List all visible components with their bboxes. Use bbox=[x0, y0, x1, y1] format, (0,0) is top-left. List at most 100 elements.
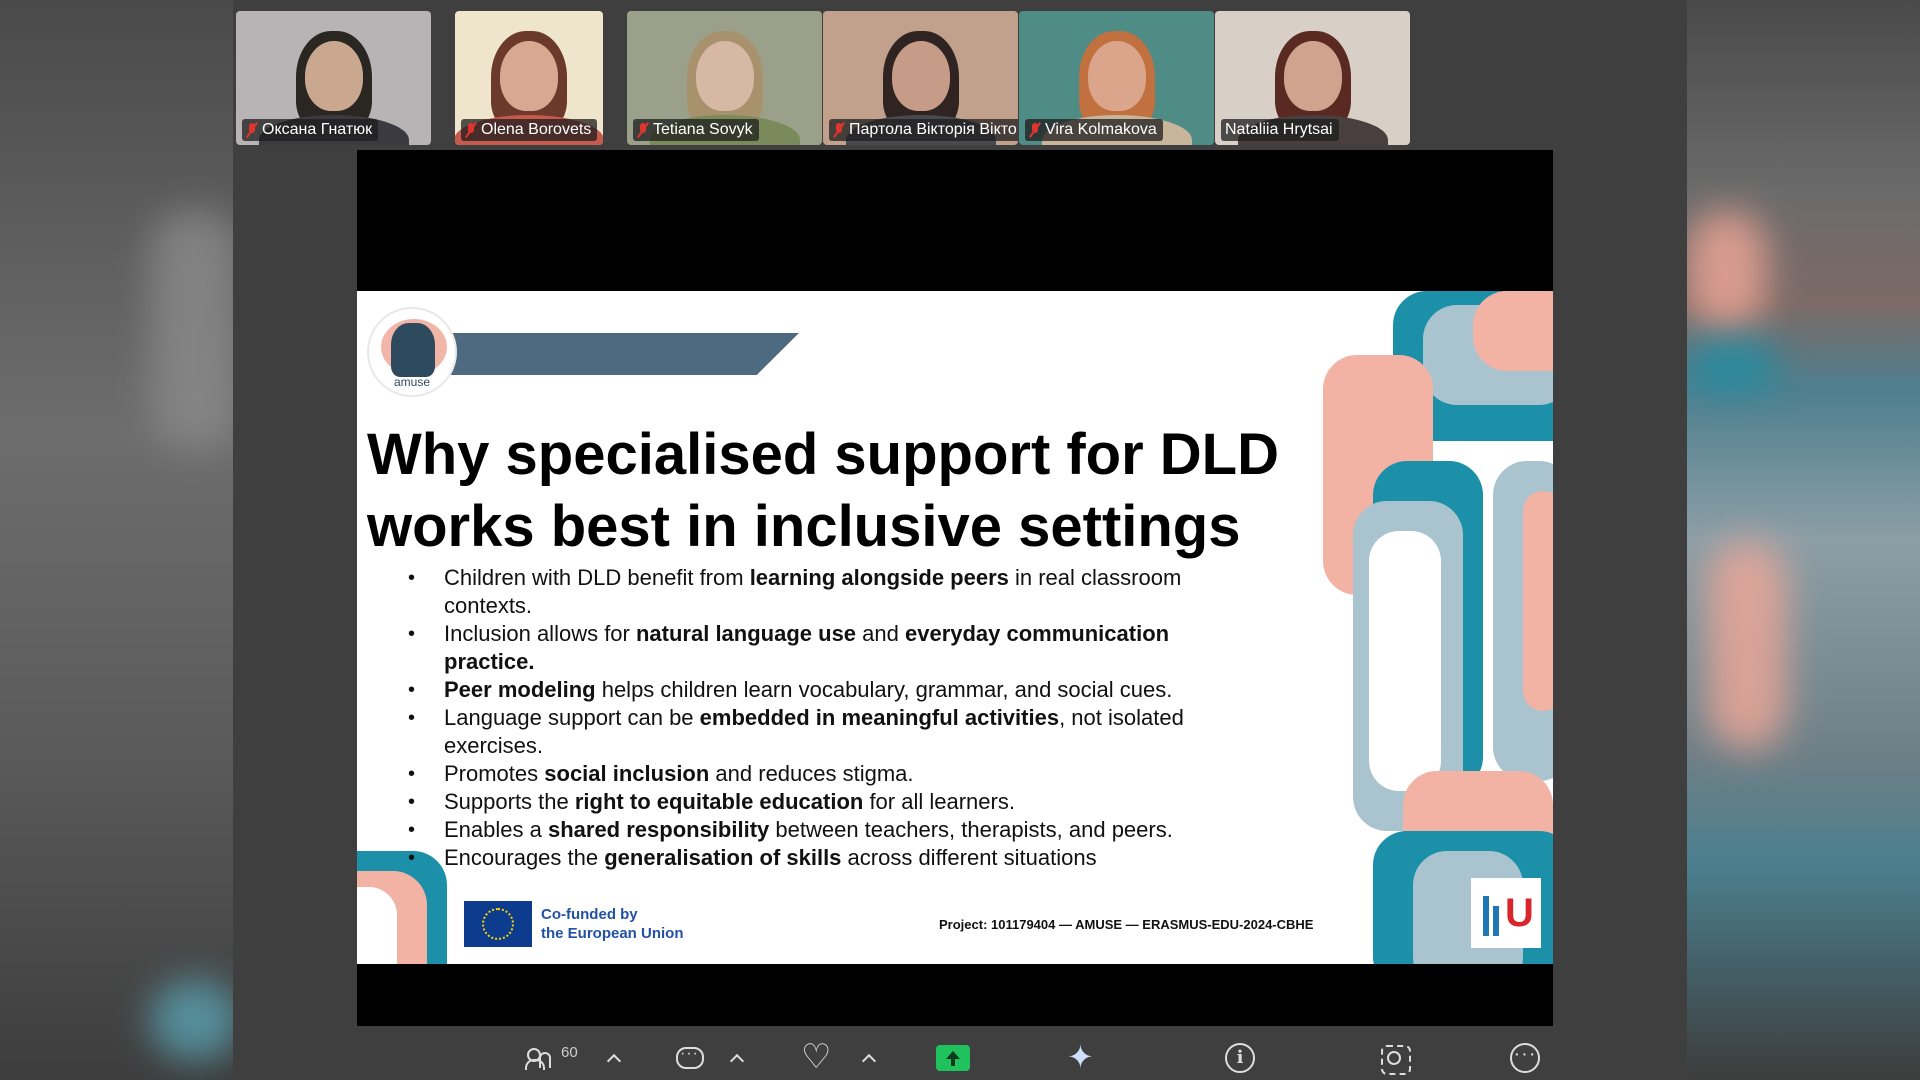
info-button[interactable] bbox=[1225, 1043, 1255, 1073]
participants-count: 60 bbox=[561, 1043, 578, 1061]
eu-flag-icon bbox=[464, 901, 532, 947]
apps-button[interactable] bbox=[1379, 1043, 1411, 1075]
bullet-text: Enables a bbox=[444, 817, 548, 842]
slide-bullet: Promotes social inclusion and reduces st… bbox=[402, 760, 1262, 788]
blurred-background-right bbox=[1687, 0, 1920, 1080]
more-icon bbox=[1510, 1043, 1540, 1073]
bullet-emphasis: shared responsibility bbox=[547, 817, 770, 842]
ai-companion-button[interactable] bbox=[1067, 1037, 1097, 1077]
mic-muted-icon bbox=[833, 122, 845, 138]
bullet-text: Inclusion allows for bbox=[444, 621, 636, 646]
bullet-text: across different situations bbox=[841, 845, 1097, 870]
slide-bullet: Supports the right to equitable educatio… bbox=[402, 788, 1262, 816]
slide-bullet: Inclusion allows for natural language us… bbox=[402, 620, 1262, 676]
mic-muted-icon bbox=[637, 122, 649, 138]
participant-name-tag: Tetiana Sovyk bbox=[633, 119, 759, 141]
share-upload-icon bbox=[936, 1045, 970, 1071]
participant-name: Vira Kolmakova bbox=[1045, 121, 1157, 138]
chevron-up-icon bbox=[861, 1053, 877, 1069]
info-icon bbox=[1225, 1043, 1255, 1073]
chat-icon bbox=[675, 1045, 704, 1071]
bullet-emphasis: natural language use bbox=[635, 621, 857, 646]
slide-title: Why specialised support for DLD works be… bbox=[367, 419, 1327, 563]
mic-muted-icon bbox=[1029, 122, 1041, 138]
participant-face bbox=[695, 41, 754, 111]
meeting-window: Оксана Гнатюк Olena Borovets Tetiana Sov… bbox=[233, 0, 1687, 1080]
slide-bullet: Children with DLD benefit from learning … bbox=[402, 564, 1262, 620]
bullet-emphasis: social inclusion bbox=[544, 761, 710, 786]
bullet-text: Language support can be bbox=[444, 705, 700, 730]
slide-decoration bbox=[1369, 531, 1441, 791]
more-button[interactable] bbox=[1510, 1043, 1540, 1073]
slide-decoration bbox=[357, 887, 397, 964]
participants-strip: Оксана Гнатюк Olena Borovets Tetiana Sov… bbox=[236, 11, 1676, 145]
project-reference: Project: 101179404 — AMUSE — ERASMUS-EDU… bbox=[939, 917, 1314, 932]
participant-tile[interactable]: Nataliia Hrytsai bbox=[1215, 11, 1410, 145]
slide-bullet-list: Children with DLD benefit from learning … bbox=[402, 564, 1262, 872]
eu-cofunded-label: Co-funded by the European Union bbox=[541, 905, 684, 943]
slide-decoration bbox=[1473, 291, 1553, 371]
slide-decoration bbox=[1523, 491, 1553, 711]
blurred-background-left bbox=[0, 0, 233, 1080]
participant-tile[interactable]: Olena Borovets bbox=[455, 11, 603, 145]
slide-bullet: Enables a shared responsibility between … bbox=[402, 816, 1262, 844]
participant-tile[interactable]: Партола Вікторія Вікто... bbox=[823, 11, 1018, 145]
chevron-up-icon bbox=[729, 1053, 745, 1069]
presentation-slide: amuse Why specialised support for DLD wo… bbox=[357, 291, 1553, 964]
participant-name-tag: Nataliia Hrytsai bbox=[1221, 119, 1339, 141]
bullet-emphasis: learning alongside peers bbox=[749, 565, 1009, 590]
bullet-text: helps children learn vocabulary, grammar… bbox=[595, 677, 1173, 702]
mic-muted-icon bbox=[246, 122, 258, 138]
chat-options-button[interactable] bbox=[729, 1044, 745, 1072]
bullet-text: Children with DLD benefit from bbox=[444, 565, 750, 590]
bullet-text: between teachers, therapists, and peers. bbox=[769, 817, 1173, 842]
participants-button[interactable]: 60 bbox=[525, 1044, 578, 1072]
eu-line-1: Co-funded by bbox=[541, 906, 638, 923]
slide-bullet: Peer modeling helps children learn vocab… bbox=[402, 676, 1262, 704]
participant-tile[interactable]: Tetiana Sovyk bbox=[627, 11, 822, 145]
bullet-text: and bbox=[856, 621, 905, 646]
amuse-logo-text: amuse bbox=[393, 375, 431, 389]
bullet-text: Promotes bbox=[444, 761, 545, 786]
participant-name: Olena Borovets bbox=[481, 121, 592, 138]
participant-name-tag: Olena Borovets bbox=[461, 119, 598, 141]
bullet-emphasis: embedded in meaningful activities bbox=[699, 705, 1060, 730]
participant-face bbox=[500, 41, 558, 111]
bullet-text: Encourages the bbox=[444, 845, 605, 870]
participant-tile[interactable]: Vira Kolmakova bbox=[1019, 11, 1214, 145]
heart-icon bbox=[801, 1037, 831, 1077]
share-screen-button[interactable] bbox=[936, 1044, 970, 1072]
participant-face bbox=[1283, 41, 1342, 111]
chat-button[interactable] bbox=[675, 1044, 704, 1072]
participant-face bbox=[304, 41, 363, 111]
slide-bullet: Language support can be embedded in mean… bbox=[402, 704, 1262, 760]
participant-face bbox=[1087, 41, 1146, 111]
sparkle-icon bbox=[1067, 1037, 1097, 1077]
participant-name: Nataliia Hrytsai bbox=[1225, 121, 1333, 138]
shared-screen: amuse Why specialised support for DLD wo… bbox=[357, 150, 1553, 1026]
participant-face bbox=[891, 41, 950, 111]
participants-options-button[interactable] bbox=[606, 1044, 622, 1072]
apps-icon bbox=[1379, 1043, 1411, 1075]
bullet-text: and reduces stigma. bbox=[709, 761, 914, 786]
reactions-button[interactable] bbox=[801, 1037, 831, 1077]
participants-icon bbox=[525, 1046, 553, 1070]
participant-name: Партола Вікторія Вікто... bbox=[849, 121, 1018, 138]
participant-name-tag: Партола Вікторія Вікто... bbox=[829, 119, 1018, 141]
participant-name-tag: Оксана Гнатюк bbox=[242, 119, 379, 141]
participant-tile[interactable]: Оксана Гнатюк bbox=[236, 11, 431, 145]
participant-name: Tetiana Sovyk bbox=[653, 121, 753, 138]
slide-title-line-2: works best in inclusive settings bbox=[367, 494, 1241, 559]
amuse-logo: amuse bbox=[367, 307, 457, 397]
participant-name-tag: Vira Kolmakova bbox=[1025, 119, 1163, 141]
slide-bullet: Encourages the generalisation of skills … bbox=[402, 844, 1262, 872]
slide-title-line-1: Why specialised support for DLD bbox=[367, 422, 1279, 487]
slide-header-bar bbox=[447, 333, 799, 375]
bullet-emphasis: right to equitable education bbox=[574, 789, 864, 814]
bullet-emphasis: generalisation of skills bbox=[604, 845, 842, 870]
bullet-text: Supports the bbox=[444, 789, 575, 814]
mic-muted-icon bbox=[465, 122, 477, 138]
participant-name: Оксана Гнатюк bbox=[262, 121, 373, 138]
reactions-options-button[interactable] bbox=[861, 1044, 877, 1072]
bullet-emphasis: Peer modeling bbox=[444, 677, 596, 702]
